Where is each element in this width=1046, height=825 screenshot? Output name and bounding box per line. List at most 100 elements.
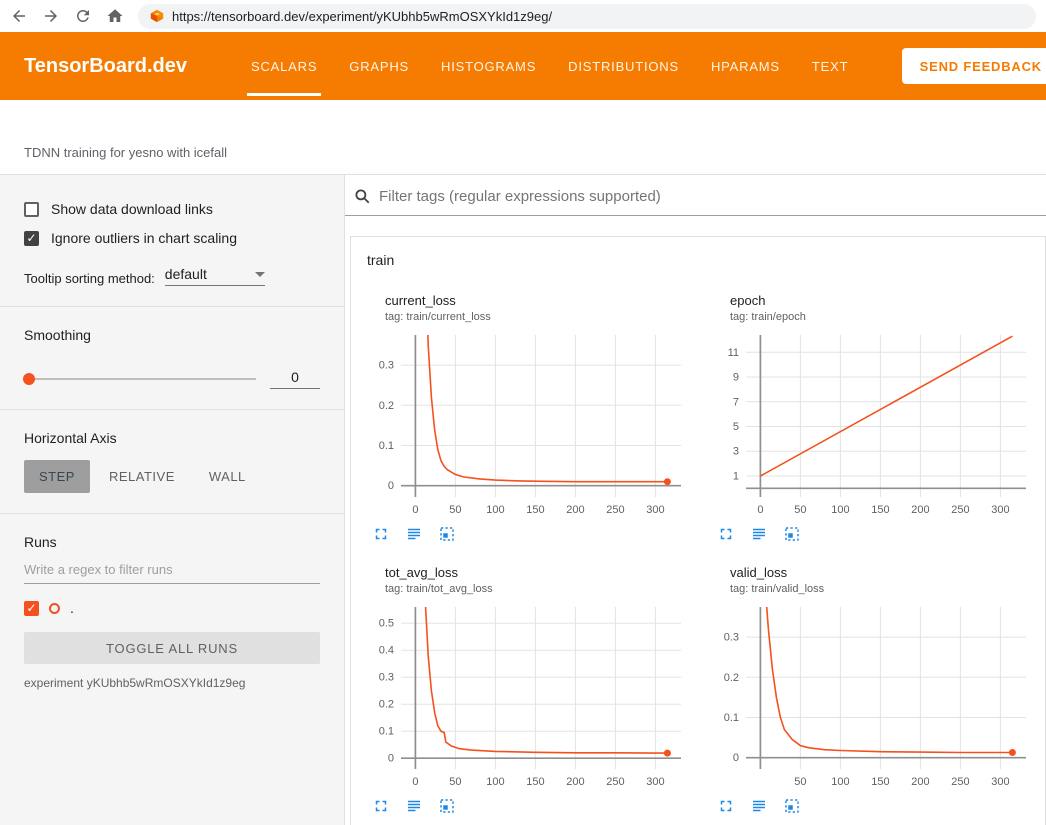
svg-text:150: 150 xyxy=(871,504,889,516)
chart-title: epoch xyxy=(700,293,1041,308)
svg-text:300: 300 xyxy=(991,776,1009,788)
expand-chart-icon[interactable] xyxy=(372,797,390,815)
browser-toolbar: https://tensorboard.dev/experiment/yKUbh… xyxy=(0,0,1046,32)
main-nav: SCALARS GRAPHS HISTOGRAMS DISTRIBUTIONS … xyxy=(235,32,864,100)
tag-filter-row xyxy=(345,175,1046,216)
reload-icon[interactable] xyxy=(74,7,92,25)
tab-hparams[interactable]: HPARAMS xyxy=(695,32,796,100)
smoothing-label: Smoothing xyxy=(24,327,320,343)
svg-text:150: 150 xyxy=(526,776,544,788)
svg-text:300: 300 xyxy=(646,504,664,516)
tab-distributions[interactable]: DISTRIBUTIONS xyxy=(552,32,695,100)
svg-text:0.5: 0.5 xyxy=(379,618,394,630)
chart-plot[interactable]: 00.10.20.30.40.5050100150200250300 xyxy=(355,601,690,793)
chart-plot[interactable]: 00.10.20.350100150200250300 xyxy=(700,601,1035,793)
ignore-outliers-label: Ignore outliers in chart scaling xyxy=(51,230,237,246)
train-section-title[interactable]: train xyxy=(351,237,1045,283)
run-name: . xyxy=(70,600,74,616)
fit-domain-icon[interactable] xyxy=(438,797,456,815)
svg-text:250: 250 xyxy=(606,776,624,788)
tooltip-sorting-label: Tooltip sorting method: xyxy=(24,271,155,286)
svg-text:250: 250 xyxy=(606,504,624,516)
ignore-outliers-checkbox[interactable]: Ignore outliers in chart scaling xyxy=(24,230,320,246)
back-icon[interactable] xyxy=(10,7,28,25)
tag-filter-input[interactable] xyxy=(379,188,1046,205)
step-axis-button[interactable]: STEP xyxy=(24,460,90,493)
svg-text:0.1: 0.1 xyxy=(379,440,394,452)
address-bar[interactable]: https://tensorboard.dev/experiment/yKUbh… xyxy=(138,4,1036,29)
svg-text:250: 250 xyxy=(951,504,969,516)
runs-label: Runs xyxy=(24,534,320,550)
tensorboard-favicon xyxy=(150,9,164,23)
view-data-icon[interactable] xyxy=(750,525,768,543)
run-checkbox-icon[interactable] xyxy=(24,601,39,616)
svg-text:150: 150 xyxy=(871,776,889,788)
tooltip-sorting-row: Tooltip sorting method: default xyxy=(24,266,320,286)
tab-text[interactable]: TEXT xyxy=(796,32,864,100)
svg-text:100: 100 xyxy=(486,776,504,788)
svg-text:100: 100 xyxy=(486,504,504,516)
home-icon[interactable] xyxy=(106,7,124,25)
experiment-caption: experiment yKUbhb5wRmOSXYkId1z9eg xyxy=(24,676,320,690)
svg-text:0.3: 0.3 xyxy=(379,672,394,684)
runs-filter-input[interactable] xyxy=(24,554,320,584)
brand-logo[interactable]: TensorBoard.dev xyxy=(24,55,187,78)
toggle-all-runs-button[interactable]: TOGGLE ALL RUNS xyxy=(24,632,320,664)
svg-text:0: 0 xyxy=(757,504,763,516)
svg-text:0.4: 0.4 xyxy=(379,645,394,657)
view-data-icon[interactable] xyxy=(750,797,768,815)
svg-text:0: 0 xyxy=(733,752,739,764)
svg-text:200: 200 xyxy=(911,504,929,516)
show-download-links-label: Show data download links xyxy=(51,201,213,217)
svg-text:0: 0 xyxy=(412,504,418,516)
chart-toolbar xyxy=(700,525,1041,543)
fit-domain-icon[interactable] xyxy=(783,525,801,543)
fit-domain-icon[interactable] xyxy=(438,525,456,543)
checkbox-unchecked-icon[interactable] xyxy=(24,202,39,217)
chart-plot[interactable]: 00.10.20.3050100150200250300 xyxy=(355,329,690,521)
slider-thumb[interactable] xyxy=(23,373,35,385)
checkbox-checked-icon[interactable] xyxy=(24,231,39,246)
divider xyxy=(0,409,344,410)
view-data-icon[interactable] xyxy=(405,525,423,543)
expand-chart-icon[interactable] xyxy=(717,525,735,543)
send-feedback-button[interactable]: SEND FEEDBACK xyxy=(902,48,1046,84)
smoothing-slider[interactable] xyxy=(24,378,256,380)
content: Show data download links Ignore outliers… xyxy=(0,175,1046,825)
chart-plot[interactable]: 1357911050100150200250300 xyxy=(700,329,1035,521)
fit-domain-icon[interactable] xyxy=(783,797,801,815)
chart-tag-subtitle: tag: train/tot_avg_loss xyxy=(355,583,696,595)
svg-text:7: 7 xyxy=(733,396,739,408)
run-list-item[interactable]: . xyxy=(24,600,320,616)
chart-toolbar xyxy=(355,525,696,543)
expand-chart-icon[interactable] xyxy=(717,797,735,815)
svg-text:50: 50 xyxy=(794,504,806,516)
svg-text:200: 200 xyxy=(566,504,584,516)
relative-axis-button[interactable]: RELATIVE xyxy=(94,460,190,493)
tab-histograms[interactable]: HISTOGRAMS xyxy=(425,32,552,100)
horizontal-axis-label: Horizontal Axis xyxy=(24,430,320,446)
smoothing-value[interactable]: 0 xyxy=(270,369,320,389)
search-icon xyxy=(353,187,371,205)
divider xyxy=(0,306,344,307)
svg-text:150: 150 xyxy=(526,504,544,516)
tooltip-sorting-select[interactable]: default xyxy=(165,266,265,286)
wall-axis-button[interactable]: WALL xyxy=(194,460,261,493)
svg-text:0.1: 0.1 xyxy=(379,726,394,738)
svg-text:50: 50 xyxy=(794,776,806,788)
charts-grid: current_losstag: train/current_loss00.10… xyxy=(351,283,1045,825)
view-data-icon[interactable] xyxy=(405,797,423,815)
svg-text:3: 3 xyxy=(733,446,739,458)
show-download-links-checkbox[interactable]: Show data download links xyxy=(24,201,320,217)
svg-text:100: 100 xyxy=(831,504,849,516)
tab-graphs[interactable]: GRAPHS xyxy=(333,32,425,100)
svg-text:0: 0 xyxy=(412,776,418,788)
forward-icon[interactable] xyxy=(42,7,60,25)
tab-scalars[interactable]: SCALARS xyxy=(235,32,333,100)
run-color-swatch-icon xyxy=(49,603,60,614)
svg-text:9: 9 xyxy=(733,372,739,384)
svg-text:5: 5 xyxy=(733,421,739,433)
svg-text:0.2: 0.2 xyxy=(379,400,394,412)
chevron-down-icon xyxy=(255,272,265,277)
expand-chart-icon[interactable] xyxy=(372,525,390,543)
